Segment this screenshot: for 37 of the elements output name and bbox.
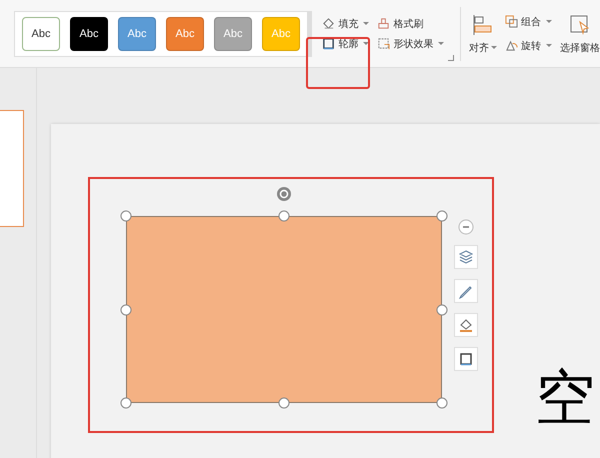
gallery-scrollbar[interactable]: [308, 10, 312, 56]
style-button[interactable]: [454, 279, 478, 303]
ribbon-button[interactable]: 形状效果: [377, 36, 444, 50]
outline-button[interactable]: [454, 347, 478, 371]
resize-handle[interactable]: [120, 210, 132, 222]
resize-handle[interactable]: [436, 210, 448, 222]
ribbon-button[interactable]: 组合: [505, 14, 552, 28]
square-outline-icon: [322, 37, 336, 50]
slide-text: 空: [535, 368, 595, 428]
resize-handle[interactable]: [278, 398, 290, 408]
ribbon-button[interactable]: 格式刷: [377, 16, 444, 30]
fill-button[interactable]: [454, 313, 478, 337]
collapse-icon[interactable]: [458, 219, 474, 235]
align-button[interactable]: 对齐: [469, 12, 497, 54]
rotate-handle-icon[interactable]: [276, 186, 292, 202]
layers-icon: [458, 249, 474, 265]
paint-bucket-icon: [322, 17, 336, 30]
paint-bucket-icon: [458, 317, 474, 333]
resize-handle[interactable]: [120, 304, 132, 315]
highlight-frame: [306, 37, 370, 89]
ribbon-button[interactable]: 旋转: [505, 38, 552, 52]
dialog-launcher-icon[interactable]: [448, 54, 454, 60]
ribbon-button[interactable]: 轮廓: [322, 36, 370, 50]
shape-style-button[interactable]: Abc: [70, 16, 108, 50]
group-icon: [505, 15, 518, 28]
selection-pane-icon: [568, 12, 592, 36]
shape-style-button[interactable]: Abc: [22, 16, 60, 50]
resize-handle[interactable]: [120, 398, 132, 408]
shape-effect-icon: [377, 37, 390, 50]
resize-handle[interactable]: [436, 398, 448, 408]
slide-thumbnail[interactable]: [0, 110, 24, 227]
resize-handle[interactable]: [278, 210, 290, 222]
ribbon-button[interactable]: 填充: [322, 16, 370, 30]
layers-button[interactable]: [454, 245, 478, 269]
square-outline-icon: [458, 351, 474, 367]
selection-pane-button[interactable]: 选择窗格: [560, 12, 600, 54]
rotate-icon: [505, 39, 518, 52]
